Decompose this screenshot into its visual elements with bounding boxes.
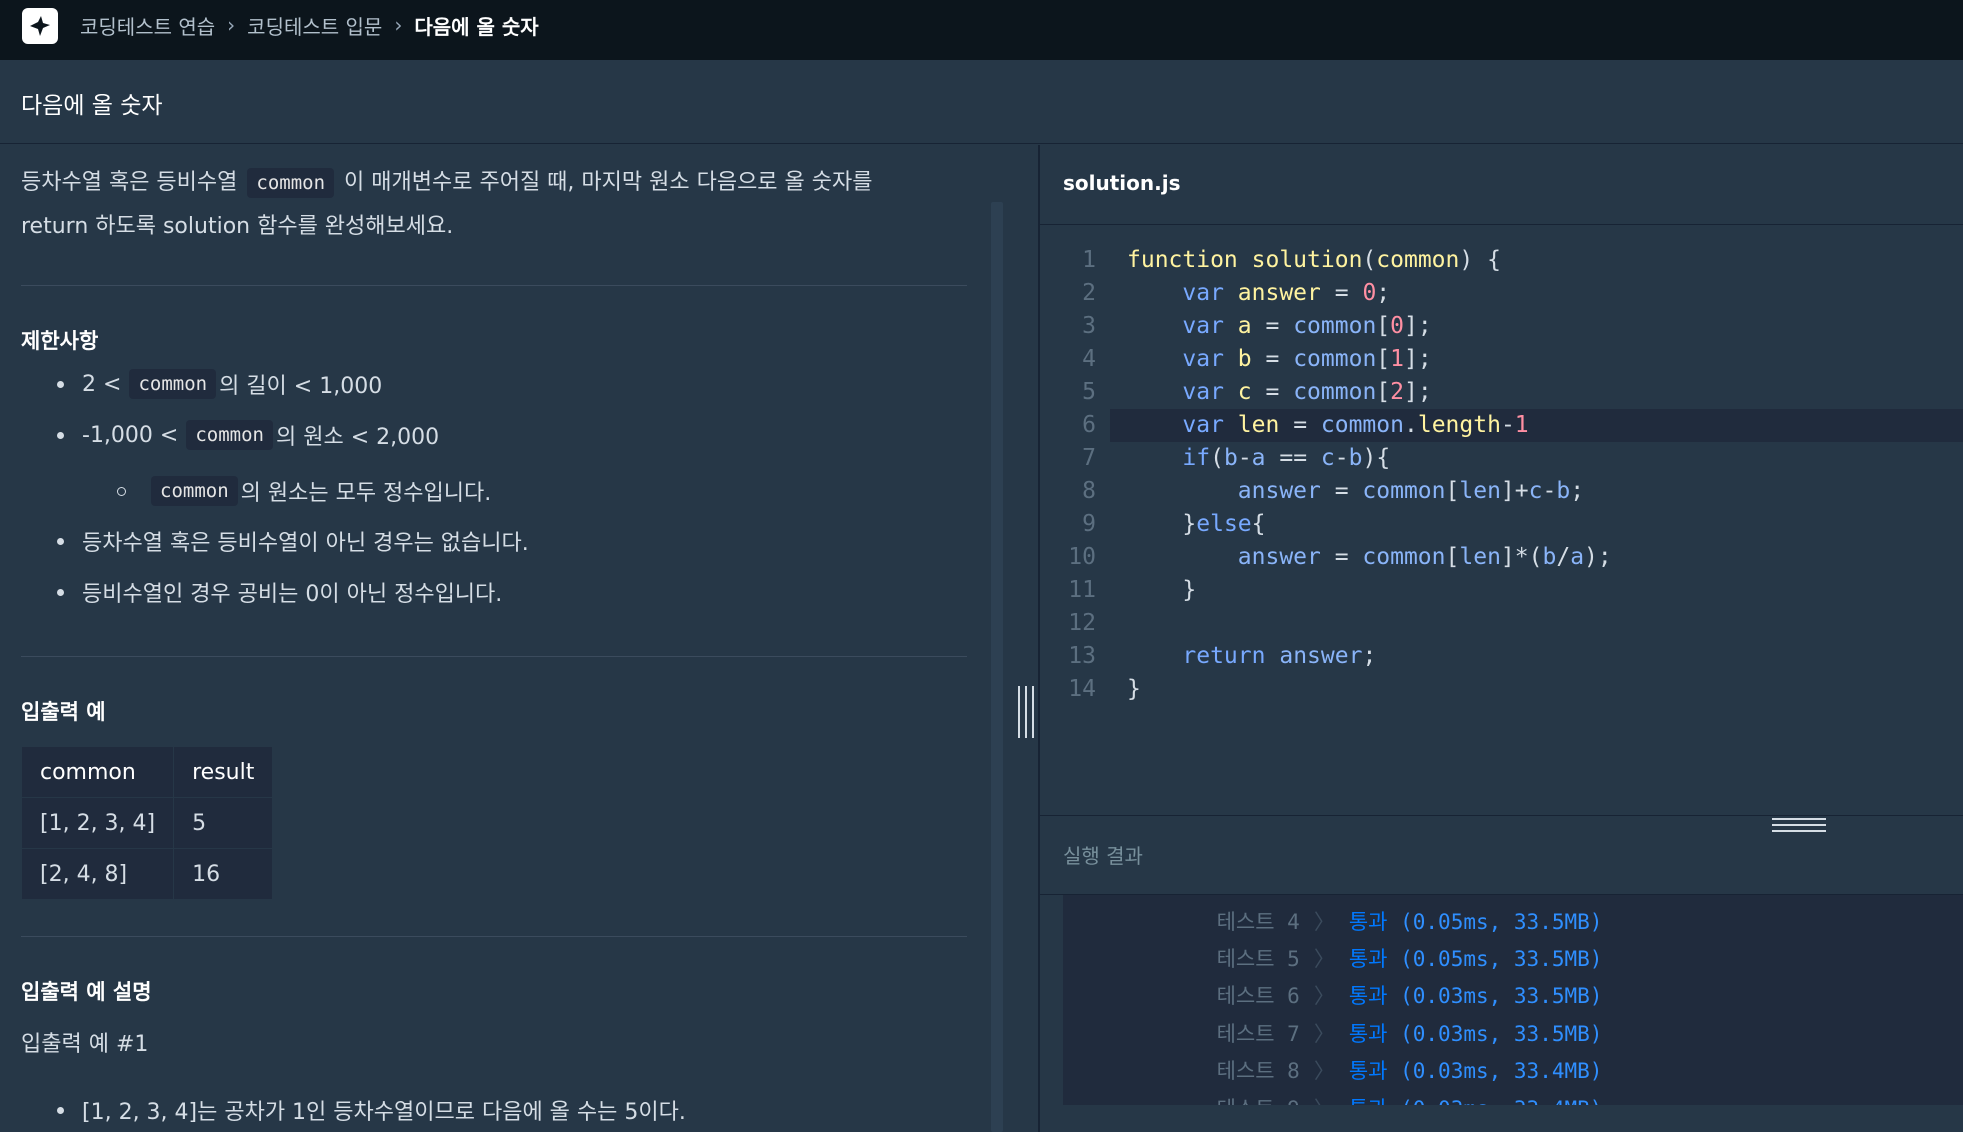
inline-code: common [129,369,217,399]
description-text: 이 매개변수로 주어질 때, 마지막 원소 다음으로 올 숫자를 [344,170,873,195]
bullet-dot [57,431,64,439]
bullet-dot [57,380,64,388]
explain-text: [1, 2, 3, 4]는 공차가 1인 등차수열이므로 다음에 올 수는 5이… [82,1100,686,1125]
io-explain-item: [1, 2, 3, 4]는 공차가 1인 등차수열이므로 다음에 올 수는 5이… [57,1094,686,1126]
test-stat: (0.03ms, 33.4MB) [1400,1097,1602,1105]
vertical-scrollbar[interactable] [991,202,1003,1132]
file-tab-solution-js[interactable]: solution.js [1063,171,1181,195]
line-number: 5 [1082,379,1096,405]
code-line[interactable]: 2 var answer = 0; [1040,277,1963,310]
inline-code: common [151,476,238,506]
constraints-heading: 제한사항 [21,329,99,353]
constraint-text: -1,000 < [82,422,179,448]
result-console[interactable]: 테스트 4 〉 통과 (0.05ms, 33.5MB) 테스트 5 〉 통과 (0.05… [1063,895,1963,1105]
code-line[interactable]: 10 answer = common[len]*(b/a); [1040,541,1963,574]
code-line[interactable]: 11 } [1040,574,1963,607]
breadcrumb-item-practice[interactable]: 코딩테스트 연습 [80,11,215,40]
line-number: 1 [1082,247,1096,273]
constraint-text: 2 < [82,371,122,397]
table-header-row: common result [20,746,274,798]
line-number: 2 [1082,280,1096,306]
description-text: 등차수열 혹은 등비수열 [21,170,238,195]
bullet-dot [57,537,64,545]
constraint-item: 등비수열인 경우 공비는 0이 아닌 정수입니다. [57,576,502,608]
code-line[interactable]: 8 answer = common[len]+c-b; [1040,475,1963,508]
code-line[interactable]: 7 if(b-a == c-b){ [1040,442,1963,475]
constraint-text: 의 길이 < 1,000 [219,374,383,399]
panel-resize-handle[interactable] [1018,686,1034,738]
bullet-dot [57,588,64,596]
chevron-right-icon: › [227,13,236,37]
problem-description-panel[interactable]: 등차수열 혹은 등비수열 common 이 매개변수로 주어질 때, 마지막 원… [0,145,1038,1132]
table-header-cell: common [20,746,175,798]
line-number: 4 [1082,346,1096,372]
constraint-item: 등차수열 혹은 등비수열이 아닌 경우는 없습니다. [57,525,529,557]
table-cell: [2, 4, 8] [20,848,175,900]
breadcrumb-item-intro[interactable]: 코딩테스트 입문 [247,11,382,40]
code-line[interactable]: 1 function solution(common) { [1040,244,1963,277]
result-row: 테스트 9 〉 통과 (0.03ms, 33.4MB) [1166,1069,1603,1105]
line-number: 6 [1082,412,1096,438]
io-example-table: common result [1, 2, 3, 4] 5 [2, 4, 8] 1… [20,746,274,900]
problem-description: 등차수열 혹은 등비수열 common 이 매개변수로 주어질 때, 마지막 원… [21,161,967,249]
line-number: 11 [1068,577,1096,603]
constraint-text: 의 원소 < 2,000 [276,425,440,450]
constraint-text: 등차수열 혹은 등비수열이 아닌 경우는 없습니다. [82,531,529,556]
io-explain-subheading: 입출력 예 #1 [21,1032,149,1057]
line-number: 13 [1068,643,1096,669]
problem-title-bar: 다음에 올 숫자 [0,60,1963,144]
line-number: 8 [1082,478,1096,504]
file-tab-bar: solution.js [1040,145,1963,225]
table-row: [1, 2, 3, 4] 5 [20,797,274,849]
table-cell: [1, 2, 3, 4] [20,797,175,849]
constraint-text: 등비수열인 경우 공비는 0이 아닌 정수입니다. [82,582,503,607]
table-cell: 16 [173,848,274,900]
line-number: 14 [1068,676,1096,702]
io-explain-heading: 입출력 예 설명 [21,980,152,1004]
divider [21,285,967,286]
pass-status: 통과 [1349,1097,1388,1105]
description-text: return 하도록 solution 함수를 완성해보세요. [21,214,454,239]
code-line[interactable]: 12 [1040,607,1963,640]
line-number: 7 [1082,445,1096,471]
line-number: 10 [1068,544,1096,570]
bullet-dot [57,1106,64,1114]
io-example-heading: 입출력 예 [21,700,106,724]
code-line[interactable]: 6 var len = common.length-1 [1040,409,1963,442]
breadcrumb: 코딩테스트 연습 › 코딩테스트 입문 › 다음에 올 숫자 [80,0,539,50]
constraint-item: -1,000 < common 의 원소 < 2,000 [57,419,439,451]
constraint-text: 의 원소는 모두 정수입니다. [240,481,492,506]
table-cell: 5 [173,797,274,849]
line-number: 3 [1082,313,1096,339]
chevron-right-icon: 〉 [1314,1097,1335,1105]
code-line[interactable]: 14 } [1040,673,1963,706]
programmers-logo-icon[interactable] [22,8,58,44]
test-label: 테스트 9 [1217,1097,1300,1105]
code-line[interactable]: 4 var b = common[1]; [1040,343,1963,376]
table-row: [2, 4, 8] 16 [20,848,274,900]
constraint-item: 2 < common 의 길이 < 1,000 [57,368,382,400]
chevron-right-icon: › [394,13,403,37]
top-navigation-bar: 코딩테스트 연습 › 코딩테스트 입문 › 다음에 올 숫자 [0,0,1963,60]
bullet-ring [117,486,126,496]
code-line[interactable]: 9 }else{ [1040,508,1963,541]
page-title: 다음에 올 숫자 [21,93,163,119]
table-header-cell: result [173,746,274,798]
code-editor[interactable]: 1 function solution(common) { 2 var answ… [1040,226,1963,814]
divider [21,656,967,657]
constraint-subitem: common 의 원소는 모두 정수입니다. [117,475,491,507]
inline-code: common [186,420,273,450]
breadcrumb-item-current: 다음에 올 숫자 [414,14,539,39]
code-line[interactable]: 3 var a = common[0]; [1040,310,1963,343]
line-number: 12 [1068,610,1096,636]
divider [21,936,967,937]
result-header: 실행 결과 [1040,815,1963,895]
inline-code: common [247,168,335,198]
code-line[interactable]: 5 var c = common[2]; [1040,376,1963,409]
line-number: 9 [1082,511,1096,537]
result-title: 실행 결과 [1063,844,1143,868]
code-line[interactable]: 13 return answer; [1040,640,1963,673]
